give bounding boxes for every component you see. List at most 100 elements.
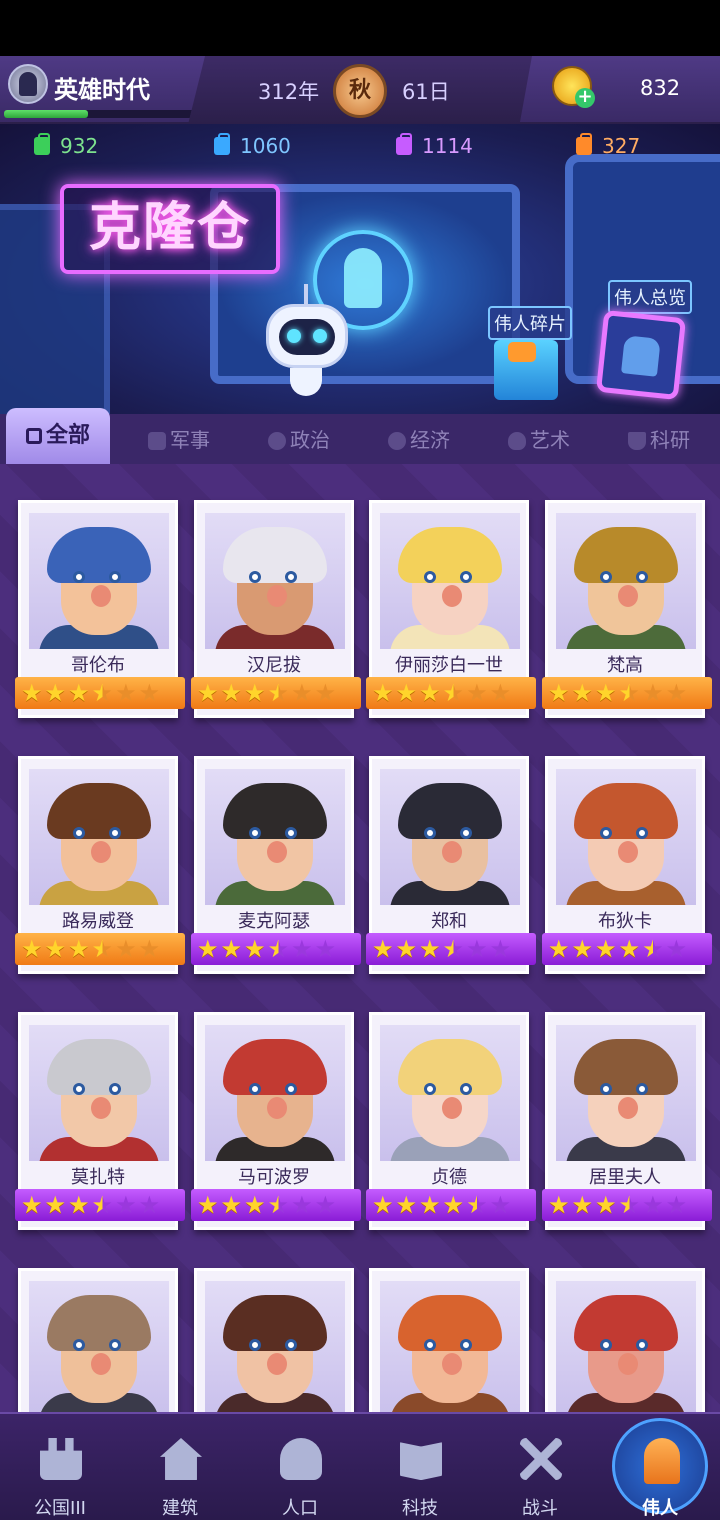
portrait-hair: [398, 1295, 502, 1351]
hero-overview-frame-icon[interactable]: [595, 309, 687, 401]
star-icon: ★: [21, 679, 43, 707]
nav-battle[interactable]: 战斗: [480, 1414, 600, 1520]
hero-card[interactable]: 郑和 ★ ★ ★ ★ ★ ★: [366, 756, 536, 974]
star-icon: ★: [138, 935, 161, 963]
hero-card[interactable]: [18, 1268, 178, 1420]
hero-card[interactable]: 梵高 ★ ★ ★ ★ ★ ★: [542, 500, 712, 718]
robot-face: [279, 319, 335, 355]
star-icon: ★: [291, 935, 313, 963]
star-rating: ★ ★ ★ ★ ★ ★: [366, 933, 536, 965]
tab-research[interactable]: 科研: [628, 422, 690, 458]
hero-name: 路易威登: [62, 911, 134, 932]
top-bar: 英雄时代 312年 秋 61日: [0, 56, 720, 124]
portrait-eye: [109, 1339, 121, 1351]
green-briefcase-icon: [34, 133, 50, 155]
star-icon: ★: [665, 679, 688, 707]
star-icon: ★: [44, 679, 67, 707]
hero-card[interactable]: [194, 1268, 354, 1420]
star-icon: ★: [314, 935, 337, 963]
star-icon: ★: [220, 1191, 243, 1219]
portrait-eye: [109, 571, 121, 583]
hero-name: 哥伦布: [71, 655, 125, 676]
hero-card[interactable]: 贞德 ★ ★ ★ ★ ★ ★: [366, 1012, 536, 1230]
nav-duchy[interactable]: 公国III: [0, 1414, 120, 1520]
star-icon: ★: [595, 1191, 617, 1219]
hero-card[interactable]: 马可波罗 ★ ★ ★ ★ ★ ★: [191, 1012, 361, 1230]
portrait-eye: [600, 1083, 612, 1095]
star-rating: ★ ★ ★ ★ ★ ★: [191, 677, 361, 709]
tab-politics[interactable]: 政治: [268, 422, 330, 458]
star-rating: ★ ★ ★ ★ ★ ★: [366, 1189, 536, 1221]
hero-card[interactable]: 路易威登 ★ ★ ★ ★ ★ ★: [15, 756, 185, 974]
season-badge[interactable]: 秋: [333, 64, 387, 118]
star-rating: ★ ★ ★ ★ ★ ★: [15, 933, 185, 965]
star-rating: ★ ★ ★ ★ ★ ★: [366, 677, 536, 709]
robot-eye: [287, 329, 301, 343]
tab-all[interactable]: 全部: [6, 408, 110, 464]
hero-portrait: [29, 513, 169, 649]
portrait-hair: [47, 783, 151, 839]
star-icon: ★: [372, 935, 394, 963]
star-icon: ★: [618, 679, 641, 707]
portrait-hair: [223, 527, 327, 583]
star-rating: ★ ★ ★ ★ ★ ★: [15, 677, 185, 709]
portrait-eye: [249, 1083, 261, 1095]
hero-overview-label[interactable]: 伟人总览: [608, 280, 692, 314]
nav-great-people[interactable]: 伟人: [600, 1414, 720, 1520]
hero-card[interactable]: 居里夫人 ★ ★ ★ ★ ★ ★: [542, 1012, 712, 1230]
hero-card[interactable]: 伊丽莎白一世 ★ ★ ★ ★ ★ ★: [366, 500, 536, 718]
star-icon: ★: [548, 679, 570, 707]
portrait-nose: [618, 841, 638, 863]
hero-name: 莫扎特: [71, 1167, 125, 1188]
portrait-nose: [91, 585, 111, 607]
hero-card[interactable]: [369, 1268, 529, 1420]
hero-card[interactable]: 汉尼拔 ★ ★ ★ ★ ★ ★: [191, 500, 361, 718]
hero-portrait: [205, 1025, 345, 1161]
resource-green: 932: [34, 133, 98, 158]
star-icon: ★: [115, 935, 137, 963]
hero-fragments-label[interactable]: 伟人碎片: [488, 306, 572, 340]
player-avatar-icon[interactable]: [8, 64, 48, 104]
add-gold-button[interactable]: +: [575, 88, 595, 108]
player-name: 英雄时代: [54, 76, 150, 104]
portrait-eye: [285, 1083, 297, 1095]
portrait-eye: [285, 1339, 297, 1351]
hero-portrait: [556, 1025, 696, 1161]
portrait-nose: [618, 1097, 638, 1119]
nav-population[interactable]: 人口: [240, 1414, 360, 1520]
hero-card[interactable]: [545, 1268, 705, 1420]
hero-portrait: [205, 769, 345, 905]
tab-economy[interactable]: 经济: [388, 422, 450, 458]
portrait-eye: [109, 827, 121, 839]
star-rating: ★ ★ ★ ★ ★ ★: [191, 1189, 361, 1221]
star-icon: ★: [197, 1191, 219, 1219]
star-icon: ★: [372, 1191, 394, 1219]
robot-icon[interactable]: [266, 304, 348, 368]
tab-art[interactable]: 艺术: [508, 422, 570, 458]
nav-tech[interactable]: 科技: [360, 1414, 480, 1520]
hero-card[interactable]: 哥伦布 ★ ★ ★ ★ ★ ★: [15, 500, 185, 718]
star-icon: ★: [595, 935, 617, 963]
star-icon: ★: [665, 1191, 688, 1219]
hero-card[interactable]: 布狄卡 ★ ★ ★ ★ ★ ★: [542, 756, 712, 974]
tab-military[interactable]: 军事: [148, 422, 210, 458]
hero-card[interactable]: 麦克阿瑟 ★ ★ ★ ★ ★ ★: [191, 756, 361, 974]
hero-card[interactable]: 莫扎特 ★ ★ ★ ★ ★ ★: [15, 1012, 185, 1230]
portrait-nose: [91, 1097, 111, 1119]
portrait-nose: [618, 1353, 638, 1375]
hero-name: 贞德: [431, 1167, 467, 1188]
xp-fill: [4, 110, 88, 118]
portrait-eye: [424, 1339, 436, 1351]
blue-briefcase-icon: [214, 133, 230, 155]
star-icon: ★: [442, 679, 465, 707]
hero-portrait: [380, 513, 520, 649]
player-panel[interactable]: 英雄时代: [0, 56, 205, 122]
star-icon: ★: [548, 1191, 570, 1219]
nav-buildings[interactable]: 建筑: [120, 1414, 240, 1520]
portrait-nose: [442, 841, 462, 863]
portrait-nose: [267, 1097, 287, 1119]
tab-label: 经济: [410, 428, 450, 452]
hero-name: 马可波罗: [238, 1167, 310, 1188]
portrait-eye: [73, 571, 85, 583]
hero-portrait: [380, 1281, 520, 1417]
